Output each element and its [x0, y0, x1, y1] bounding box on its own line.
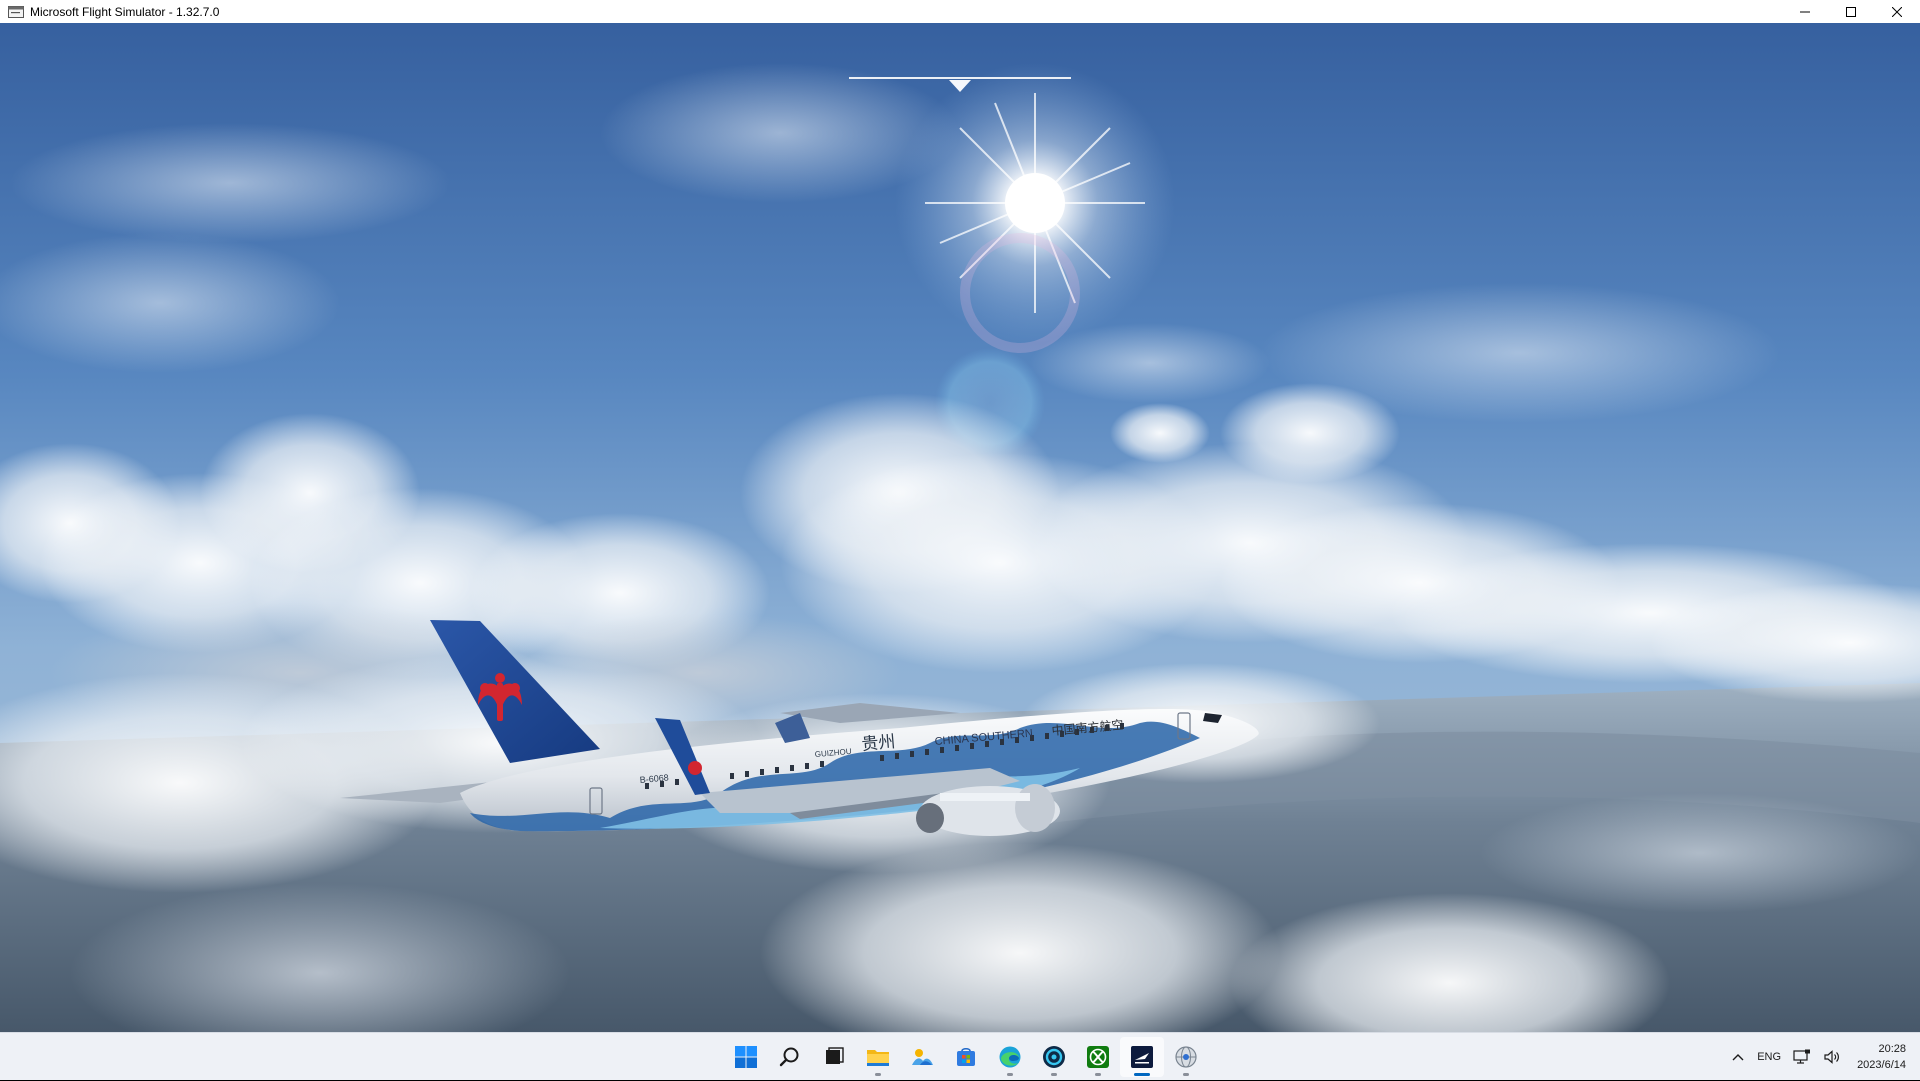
circle-app-button[interactable] — [1032, 1037, 1076, 1077]
tray-overflow-button[interactable] — [1725, 1037, 1751, 1077]
network-button[interactable] — [1787, 1037, 1817, 1077]
speaker-icon — [1824, 1050, 1840, 1064]
close-button[interactable] — [1874, 0, 1920, 23]
taskbar-apps — [724, 1033, 1208, 1081]
maximize-icon — [1846, 6, 1856, 17]
running-indicator — [1134, 1073, 1150, 1076]
clock-time: 20:28 — [1878, 1043, 1906, 1055]
search-icon — [779, 1047, 799, 1067]
globe-icon — [1175, 1046, 1197, 1068]
flight-scene: 中国南方航空 CHINA SOUTHERN 贵州 GUIZHOU B-6068 — [0, 23, 1920, 1032]
clock-date: 2023/6/14 — [1857, 1059, 1906, 1071]
store-button[interactable] — [944, 1037, 988, 1077]
search-button[interactable] — [768, 1037, 812, 1077]
window-controls — [1782, 0, 1920, 23]
system-tray: ENG 20:28 2023/6/14 — [1725, 1033, 1920, 1081]
livery-city-chinese: 贵州 — [861, 732, 897, 755]
maximize-button[interactable] — [1828, 0, 1874, 23]
running-indicator — [1183, 1073, 1189, 1076]
heading-marker-icon — [949, 80, 971, 92]
running-indicator — [1051, 1073, 1057, 1076]
network-icon — [1793, 1049, 1811, 1064]
task-view-button[interactable] — [812, 1037, 856, 1077]
close-icon — [1892, 6, 1902, 17]
running-indicator — [875, 1073, 881, 1076]
window-title: Microsoft Flight Simulator - 1.32.7.0 — [30, 4, 220, 19]
game-viewport[interactable]: 中国南方航空 CHINA SOUTHERN 贵州 GUIZHOU B-6068 — [0, 23, 1920, 1032]
store-icon — [957, 1047, 975, 1066]
photos-icon — [912, 1049, 933, 1065]
xbox-icon — [1087, 1046, 1109, 1068]
hud-heading-indicator — [849, 77, 1071, 92]
app-icon — [8, 5, 24, 18]
taskbar: ENG 20:28 2023/6/14 — [0, 1032, 1920, 1080]
running-indicator — [1095, 1073, 1101, 1076]
running-indicator — [1007, 1073, 1013, 1076]
edge-button[interactable] — [988, 1037, 1032, 1077]
minimize-button[interactable] — [1782, 0, 1828, 23]
start-button[interactable] — [724, 1037, 768, 1077]
flight-simulator-button[interactable] — [1120, 1037, 1164, 1077]
minimize-icon — [1800, 11, 1810, 12]
edge-icon — [999, 1046, 1021, 1068]
photos-button[interactable] — [900, 1037, 944, 1077]
file-explorer-button[interactable] — [856, 1037, 900, 1077]
task-view-icon — [826, 1047, 844, 1064]
volume-button[interactable] — [1817, 1037, 1847, 1077]
clock[interactable]: 20:28 2023/6/14 — [1847, 1041, 1920, 1073]
input-language-button[interactable]: ENG — [1751, 1037, 1787, 1077]
xbox-button[interactable] — [1076, 1037, 1120, 1077]
title-bar[interactable]: Microsoft Flight Simulator - 1.32.7.0 — [0, 0, 1920, 23]
chevron-up-icon — [1732, 1054, 1744, 1061]
globe-app-button[interactable] — [1164, 1037, 1208, 1077]
folder-icon — [867, 1050, 889, 1066]
app-window: Microsoft Flight Simulator - 1.32.7.0 中国… — [0, 0, 1920, 1032]
flight-simulator-icon — [1131, 1046, 1153, 1068]
windows-logo-icon — [735, 1046, 757, 1068]
circle-app-icon — [1043, 1046, 1065, 1068]
